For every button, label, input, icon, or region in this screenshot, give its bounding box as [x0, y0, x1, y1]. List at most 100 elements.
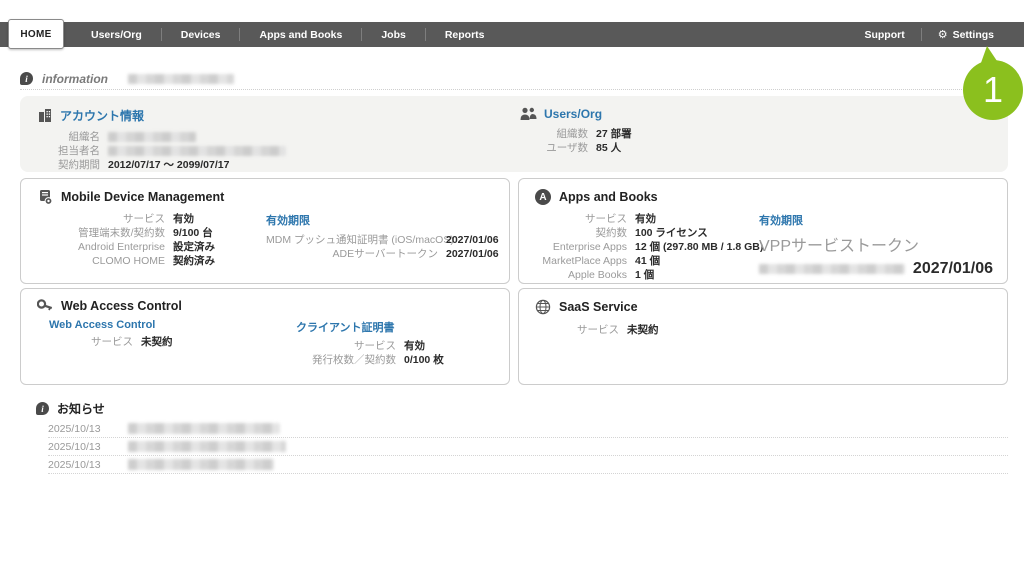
redacted-information-text [128, 74, 234, 84]
mdm-status-list: サービス 有効 管理端末数/契約数 9/100 台 Android Enterp… [37, 212, 215, 268]
mdm-device-count-label: 管理端末数/契約数 [37, 226, 165, 240]
client-cert-block: クライアント証明書 サービス 有効 発行枚数／契約数 0/100 枚 [296, 319, 444, 367]
key-icon [37, 299, 53, 313]
cert-count-label: 発行枚数／契約数 [296, 353, 396, 367]
users-icon [520, 107, 537, 121]
wac-service-label: サービス [49, 335, 133, 349]
apps-expiry-link[interactable]: 有効期限 [759, 212, 993, 228]
contract-period-label: 契約期間 [38, 158, 100, 172]
nav-tabs: Users/Org Devices Apps and Books Jobs Re… [72, 22, 504, 47]
mdm-service-value: 有効 [165, 212, 194, 226]
redacted-org-name [108, 132, 196, 142]
ade-token-label: ADEサーバートークン [266, 247, 438, 261]
mdm-clomo-home-value: 契約済み [165, 254, 215, 268]
annotation-badge-1: 1 [956, 44, 1024, 124]
notice-date: 2025/10/13 [48, 423, 110, 435]
cert-service-label: サービス [296, 339, 396, 353]
apps-service-value: 有効 [627, 212, 656, 226]
gear-icon: ⚙ [938, 28, 948, 41]
notices-title: お知らせ [57, 400, 105, 417]
apps-license-label: 契約数 [535, 226, 627, 240]
user-count-label: ユーザ数 [520, 141, 588, 155]
account-info-title[interactable]: アカウント情報 [60, 107, 144, 124]
info-icon: i [20, 72, 33, 85]
saas-service-value: 未契約 [619, 323, 659, 337]
information-label: information [42, 72, 108, 86]
mdm-expiry-link[interactable]: 有効期限 [266, 212, 499, 228]
org-count-value: 27 部署 [588, 127, 632, 141]
notice-info-icon: i [36, 402, 49, 415]
settings-label: Settings [953, 29, 994, 41]
tab-jobs[interactable]: Jobs [362, 22, 425, 47]
mdm-android-enterprise-value: 設定済み [165, 240, 215, 254]
globe-icon [535, 299, 551, 315]
saas-status-list: サービス 未契約 [535, 323, 659, 337]
enterprise-apps-value: 12 個 (297.80 MB / 1.8 GB) [627, 240, 763, 254]
information-bar: i information [20, 68, 1008, 90]
saas-service-card: SaaS Service サービス 未契約 [518, 288, 1008, 385]
top-navigation-bar: Users/Org Devices Apps and Books Jobs Re… [0, 22, 1024, 47]
users-org-title[interactable]: Users/Org [544, 107, 602, 121]
saas-card-title: SaaS Service [559, 300, 638, 314]
users-org-section: Users/Org 組織数 27 部署 ユーザ数 85 人 [520, 107, 632, 155]
notice-row[interactable]: 2025/10/13 [48, 456, 1008, 474]
redacted-notice-text [128, 459, 274, 470]
apps-books-card: A Apps and Books サービス 有効 契約数 100 ライセンス E… [518, 178, 1008, 284]
mdm-card: Mobile Device Management サービス 有効 管理端末数/契… [20, 178, 510, 284]
app-store-icon: A [535, 189, 551, 205]
user-count-value: 85 人 [588, 141, 621, 155]
account-info-section: アカウント情報 組織名 担当者名 契約期間 2012/07/17 ～ 2099/… [38, 107, 286, 172]
building-icon [38, 108, 53, 123]
ade-token-expiry: 2027/01/06 [438, 247, 499, 261]
mdm-android-enterprise-label: Android Enterprise [37, 240, 165, 254]
org-count-label: 組織数 [520, 127, 588, 141]
redacted-notice-text [128, 441, 286, 452]
wac-link[interactable]: Web Access Control [49, 319, 173, 331]
mdm-push-cert-label: MDM プッシュ通知証明書 (iOS/macOS) [266, 233, 438, 247]
tab-reports[interactable]: Reports [426, 22, 504, 47]
mdm-card-title: Mobile Device Management [61, 190, 224, 204]
notices-table: 2025/10/13 2025/10/13 2025/10/13 [48, 420, 1008, 474]
enterprise-apps-label: Enterprise Apps [535, 240, 627, 254]
support-link[interactable]: Support [848, 22, 920, 47]
vpp-token-label: VPPサービストークン [759, 232, 993, 256]
mdm-expiry-block: 有効期限 MDM プッシュ通知証明書 (iOS/macOS) 2027/01/0… [266, 212, 499, 261]
wac-service-value: 未契約 [133, 335, 173, 349]
apple-books-value: 1 個 [627, 268, 654, 282]
apps-license-value: 100 ライセンス [627, 226, 708, 240]
redacted-contact-name [108, 146, 286, 156]
saas-service-label: サービス [535, 323, 619, 337]
apps-status-list: サービス 有効 契約数 100 ライセンス Enterprise Apps 12… [535, 212, 763, 282]
notice-date: 2025/10/13 [48, 459, 110, 471]
tab-devices[interactable]: Devices [162, 22, 240, 47]
wac-card-title: Web Access Control [61, 299, 182, 313]
svg-text:1: 1 [983, 69, 1003, 110]
cert-count-value: 0/100 枚 [396, 353, 444, 367]
cert-service-value: 有効 [396, 339, 425, 353]
redacted-notice-text [128, 423, 280, 434]
tab-home-active[interactable]: HOME [8, 19, 64, 49]
contact-name-label: 担当者名 [38, 144, 100, 158]
tab-apps-and-books[interactable]: Apps and Books [240, 22, 361, 47]
tab-users-org[interactable]: Users/Org [72, 22, 161, 47]
notices-header: i お知らせ [36, 400, 105, 417]
mdm-clomo-home-label: CLOMO HOME [37, 254, 165, 268]
mdm-device-icon [37, 189, 53, 205]
marketplace-apps-value: 41 個 [627, 254, 660, 268]
notice-row[interactable]: 2025/10/13 [48, 420, 1008, 438]
account-summary-panel: アカウント情報 組織名 担当者名 契約期間 2012/07/17 ～ 2099/… [20, 96, 1008, 172]
apps-books-card-title: Apps and Books [559, 190, 658, 204]
apps-service-label: サービス [535, 212, 627, 226]
notice-row[interactable]: 2025/10/13 [48, 438, 1008, 456]
apple-books-label: Apple Books [535, 268, 627, 282]
contract-period-value: 2012/07/17 ～ 2099/07/17 [100, 158, 229, 172]
mdm-service-label: サービス [37, 212, 165, 226]
apps-expiry-block: 有効期限 VPPサービストークン 2027/01/06 [759, 212, 993, 278]
mdm-device-count-value: 9/100 台 [165, 226, 213, 240]
notice-date: 2025/10/13 [48, 441, 110, 453]
marketplace-apps-label: MarketPlace Apps [535, 254, 627, 268]
org-name-label: 組織名 [38, 130, 100, 144]
client-cert-link[interactable]: クライアント証明書 [296, 319, 444, 335]
redacted-vpp-token [759, 264, 905, 274]
web-access-control-card: Web Access Control Web Access Control サー… [20, 288, 510, 385]
